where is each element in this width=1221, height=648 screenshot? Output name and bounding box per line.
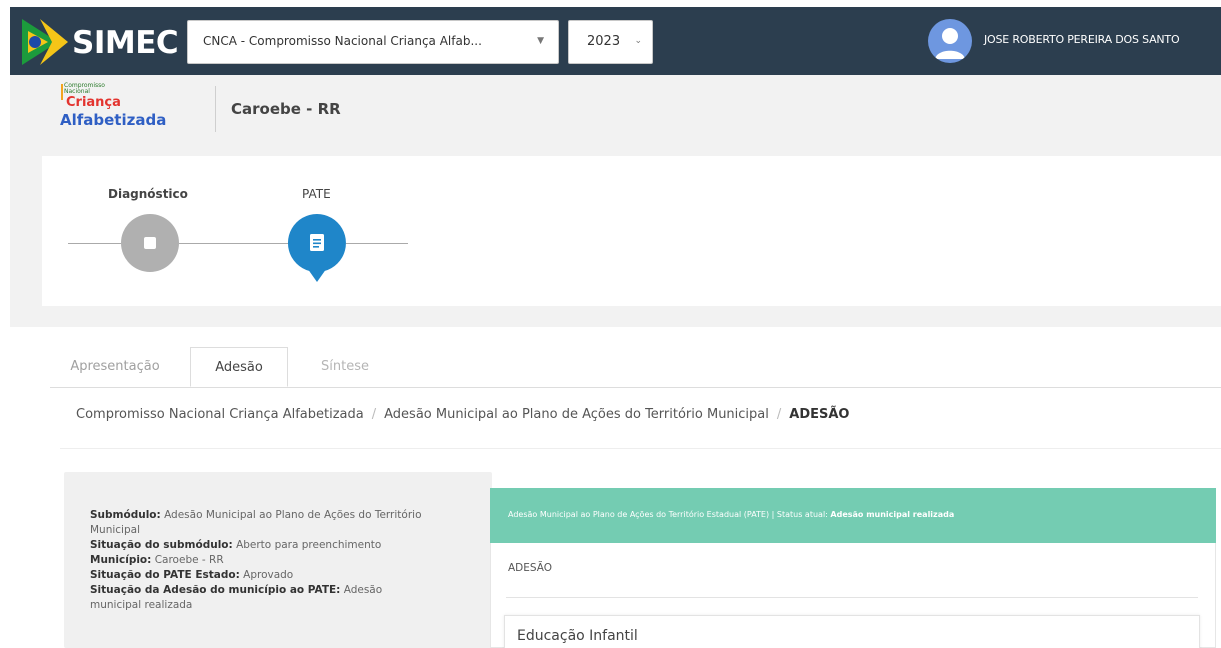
status-value: Adesão municipal realizada: [830, 510, 955, 519]
breadcrumb: Compromisso Nacional Criança Alfabetizad…: [76, 407, 849, 422]
year-select-value: 2023: [587, 34, 621, 49]
info-submodulo-label: Submódulo:: [90, 509, 161, 521]
info-pate-estado-label: Situação do PATE Estado:: [90, 569, 240, 581]
tab-apresentacao[interactable]: Apresentação: [50, 347, 180, 387]
header-divider: [215, 86, 216, 132]
breadcrumb-divider: [60, 448, 1221, 449]
brazil-flag-icon: [22, 19, 68, 65]
info-situacao-submodulo-label: Situação do submódulo:: [90, 539, 233, 551]
year-select[interactable]: 2023 ⌄: [568, 20, 653, 64]
breadcrumb-item-cnca[interactable]: Compromisso Nacional Criança Alfabetizad…: [76, 407, 364, 422]
system-select-value: CNCA - Compromisso Nacional Criança Alfa…: [203, 34, 482, 48]
submodule-info: Submódulo: Adesão Municipal ao Plano de …: [90, 508, 435, 613]
breadcrumb-item-adesao-municipal[interactable]: Adesão Municipal ao Plano de Ações do Te…: [384, 407, 769, 422]
brand-alfabetizada: Alfabetizada: [60, 111, 167, 129]
info-pate-estado-value: Aprovado: [243, 569, 294, 581]
stepper-card: [42, 156, 1221, 306]
tab-adesao[interactable]: Adesão: [190, 347, 288, 387]
chevron-down-icon: ▼: [537, 36, 544, 46]
user-silhouette-icon: [935, 28, 965, 59]
breadcrumb-separator: /: [371, 407, 377, 422]
info-adesao-municipio-label: Situação da Adesão do município ao PATE:: [90, 584, 341, 596]
step-label-pate: PATE: [302, 187, 331, 201]
stepper-line: [179, 243, 288, 244]
info-municipio-label: Município:: [90, 554, 152, 566]
info-situacao-submodulo-value: Aberto para preenchimento: [236, 539, 382, 551]
tabs-divider: [50, 387, 1221, 388]
tab-sintese[interactable]: Síntese: [290, 347, 400, 387]
educacao-infantil-title: Educação Infantil: [517, 628, 638, 644]
chevron-down-icon: ⌄: [634, 36, 642, 46]
page: SIMEC CNCA - Compromisso Nacional Crianç…: [0, 0, 1221, 648]
stepper-line: [346, 243, 408, 244]
breadcrumb-current: ADESÃO: [789, 407, 850, 422]
user-name[interactable]: JOSE ROBERTO PEREIRA DOS SANTO: [984, 33, 1180, 46]
app-name: SIMEC: [72, 25, 179, 61]
step-diagnostico[interactable]: [121, 214, 179, 272]
info-municipio-value: Caroebe - RR: [154, 554, 224, 566]
pate-marker-icon: [287, 214, 346, 282]
top-navbar: SIMEC CNCA - Compromisso Nacional Crianç…: [10, 7, 1221, 75]
breadcrumb-separator: /: [776, 407, 782, 422]
brand-accent-bar: [61, 84, 63, 100]
page-title: Caroebe - RR: [231, 100, 341, 118]
brand-crianca: Criança: [66, 95, 121, 110]
user-avatar-icon[interactable]: [928, 19, 972, 63]
step-label-diagnostico: Diagnóstico: [108, 187, 188, 201]
status-title: Adesão Municipal ao Plano de Ações do Te…: [508, 510, 775, 519]
section-divider: [506, 597, 1198, 598]
section-label: ADESÃO: [508, 562, 553, 574]
simec-logo[interactable]: SIMEC: [22, 17, 197, 67]
cnca-brand-logo: Compromisso Nacional Criança Alfabetizad…: [54, 78, 210, 142]
stepper-line: [68, 243, 121, 244]
status-label: Status atual:: [776, 510, 828, 519]
stop-square-icon: [144, 237, 156, 249]
status-bar: Adesão Municipal ao Plano de Ações do Te…: [508, 510, 954, 519]
system-select[interactable]: CNCA - Compromisso Nacional Criança Alfa…: [187, 20, 559, 64]
